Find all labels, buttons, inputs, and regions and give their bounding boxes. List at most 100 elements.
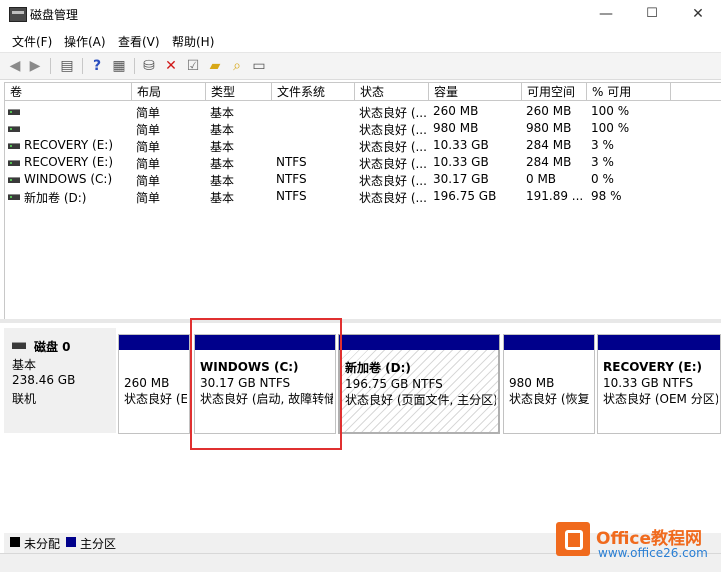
disk-management-icon xyxy=(9,7,27,22)
menu-file[interactable]: 文件(F) xyxy=(12,33,52,50)
partition-info: WINDOWS (C:) 30.17 GB NTFS 状态良好 (启动, 故障转… xyxy=(200,359,333,407)
column-header-volume[interactable]: 卷 xyxy=(5,83,132,101)
volume-percent-free: 100 % xyxy=(591,121,630,135)
partition-status: 状态良好 (启动, 故障转储 xyxy=(200,392,333,406)
partition-efi[interactable]: 260 MB 状态良好 (E xyxy=(118,334,190,434)
volume-free: 980 MB xyxy=(526,121,572,135)
volume-status: 状态良好 (... xyxy=(359,157,427,171)
partition-status: 状态良好 (页面文件, 主分区) xyxy=(345,393,496,407)
volume-free: 260 MB xyxy=(526,104,572,118)
volume-capacity: 260 MB xyxy=(433,104,479,118)
table-row[interactable]: 简单 基本 状态良好 (... 260 MB 260 MB 100 % xyxy=(5,103,721,120)
table-row[interactable]: 新加卷 (D:) 简单 基本 NTFS 状态良好 (... 196.75 GB … xyxy=(5,188,721,205)
forward-arrow-icon[interactable]: ▶ xyxy=(26,57,44,75)
column-header-type[interactable]: 类型 xyxy=(206,83,272,101)
volume-filesystem: NTFS xyxy=(276,155,307,169)
delete-icon[interactable]: ✕ xyxy=(162,57,180,75)
close-button[interactable]: ✕ xyxy=(675,0,721,28)
volume-capacity: 10.33 GB xyxy=(433,138,489,152)
disk-kind: 基本 xyxy=(12,358,37,372)
volume-list: 卷 布局 类型 文件系统 状态 容量 可用空间 % 可用 简单 基本 状态良好 … xyxy=(4,82,721,320)
check-icon[interactable]: ☑ xyxy=(184,57,202,75)
volume-icon xyxy=(8,143,20,149)
menu-bar: 文件(F) 操作(A) 查看(V) 帮助(H) xyxy=(0,29,721,51)
partition-color-bar xyxy=(195,335,335,350)
partition-recovery[interactable]: 980 MB 状态良好 (恢复 xyxy=(503,334,595,434)
partition-recovery-e[interactable]: RECOVERY (E:) 10.33 GB NTFS 状态良好 (OEM 分区… xyxy=(597,334,721,434)
settings-icon[interactable]: ▭ xyxy=(250,57,268,75)
import-folder-icon[interactable]: ▰ xyxy=(206,57,224,75)
partition-windows-c[interactable]: WINDOWS (C:) 30.17 GB NTFS 状态良好 (启动, 故障转… xyxy=(194,334,336,434)
toolbar-separator xyxy=(50,58,51,74)
partition-title: 新加卷 (D:) xyxy=(345,361,411,375)
volume-free: 284 MB xyxy=(526,155,572,169)
help-icon[interactable]: ? xyxy=(88,57,106,75)
volume-status: 状态良好 (... xyxy=(359,140,427,154)
volume-type: 基本 xyxy=(210,106,235,120)
toolbar-separator xyxy=(82,58,83,74)
volume-type: 基本 xyxy=(210,174,235,188)
partition-info: 980 MB 状态良好 (恢复 xyxy=(509,375,592,407)
back-arrow-icon[interactable]: ◀ xyxy=(6,57,24,75)
volume-status: 状态良好 (... xyxy=(359,123,427,137)
volume-free: 0 MB xyxy=(526,172,557,186)
column-header-status[interactable]: 状态 xyxy=(355,83,429,101)
partition-size: 10.33 GB NTFS xyxy=(603,376,694,390)
minimize-button[interactable]: — xyxy=(583,0,629,28)
volume-capacity: 980 MB xyxy=(433,121,479,135)
volume-name: RECOVERY (E:) xyxy=(24,138,114,152)
table-row[interactable]: 简单 基本 状态良好 (... 980 MB 980 MB 100 % xyxy=(5,120,721,137)
column-header-filler xyxy=(671,83,721,101)
maximize-button[interactable]: ☐ xyxy=(629,0,675,28)
volume-percent-free: 3 % xyxy=(591,155,614,169)
unallocated-swatch xyxy=(10,537,20,547)
volume-filesystem: NTFS xyxy=(276,189,307,203)
menu-view[interactable]: 查看(V) xyxy=(118,33,160,50)
volume-name: WINDOWS (C:) xyxy=(24,172,113,186)
legend-primary: 主分区 xyxy=(80,537,117,551)
watermark-url: www.office26.com xyxy=(598,546,708,560)
table-row[interactable]: WINDOWS (C:) 简单 基本 NTFS 状态良好 (... 30.17 … xyxy=(5,171,721,188)
volume-layout: 简单 xyxy=(136,191,161,205)
title-bar: 磁盘管理 — ☐ ✕ xyxy=(0,0,721,28)
legend-unallocated: 未分配 xyxy=(24,537,61,551)
column-header-filesystem[interactable]: 文件系统 xyxy=(272,83,355,101)
partition-status: 状态良好 (OEM 分区) xyxy=(603,392,718,406)
volume-layout: 简单 xyxy=(136,174,161,188)
column-header-free-space[interactable]: 可用空间 xyxy=(522,83,587,101)
partition-title: WINDOWS (C:) xyxy=(200,360,299,374)
partition-new-volume-d[interactable]: 新加卷 (D:) 196.75 GB NTFS 状态良好 (页面文件, 主分区) xyxy=(338,334,500,434)
volume-filesystem: NTFS xyxy=(276,172,307,186)
table-row[interactable]: RECOVERY (E:) 简单 基本 状态良好 (... 10.33 GB 2… xyxy=(5,137,721,154)
volume-percent-free: 100 % xyxy=(591,104,630,118)
column-header-capacity[interactable]: 容量 xyxy=(429,83,522,101)
volume-icon xyxy=(8,194,20,200)
volume-type: 基本 xyxy=(210,191,235,205)
volume-percent-free: 0 % xyxy=(591,172,614,186)
disk-name: 磁盘 0 xyxy=(34,340,71,354)
volume-percent-free: 98 % xyxy=(591,189,622,203)
partition-size: 196.75 GB NTFS xyxy=(345,377,443,391)
partition-status: 状态良好 (E xyxy=(124,392,187,406)
volume-capacity: 196.75 GB xyxy=(433,189,497,203)
menu-help[interactable]: 帮助(H) xyxy=(172,33,214,50)
volume-icon xyxy=(8,109,20,115)
volume-layout: 简单 xyxy=(136,157,161,171)
volume-layout: 简单 xyxy=(136,106,161,120)
console-tree-icon[interactable]: ▤ xyxy=(58,57,76,75)
volume-status: 状态良好 (... xyxy=(359,174,427,188)
disk-0-label[interactable]: 磁盘 0 基本 238.46 GB 联机 xyxy=(4,328,116,433)
column-header-percent-free[interactable]: % 可用 xyxy=(587,83,671,101)
office-logo-icon xyxy=(556,522,590,556)
table-row[interactable]: RECOVERY (E:) 简单 基本 NTFS 状态良好 (... 10.33… xyxy=(5,154,721,171)
search-folder-icon[interactable]: ⌕ xyxy=(228,57,246,75)
volume-capacity: 30.17 GB xyxy=(433,172,489,186)
volume-type: 基本 xyxy=(210,157,235,171)
disk-state: 联机 xyxy=(12,392,37,406)
properties-icon[interactable]: ▦ xyxy=(110,57,128,75)
column-header-layout[interactable]: 布局 xyxy=(132,83,206,101)
menu-action[interactable]: 操作(A) xyxy=(64,33,106,50)
partition-status: 状态良好 (恢复 xyxy=(509,392,590,406)
connect-drive-icon[interactable]: ⛁ xyxy=(140,57,158,75)
volume-icon xyxy=(8,160,20,166)
